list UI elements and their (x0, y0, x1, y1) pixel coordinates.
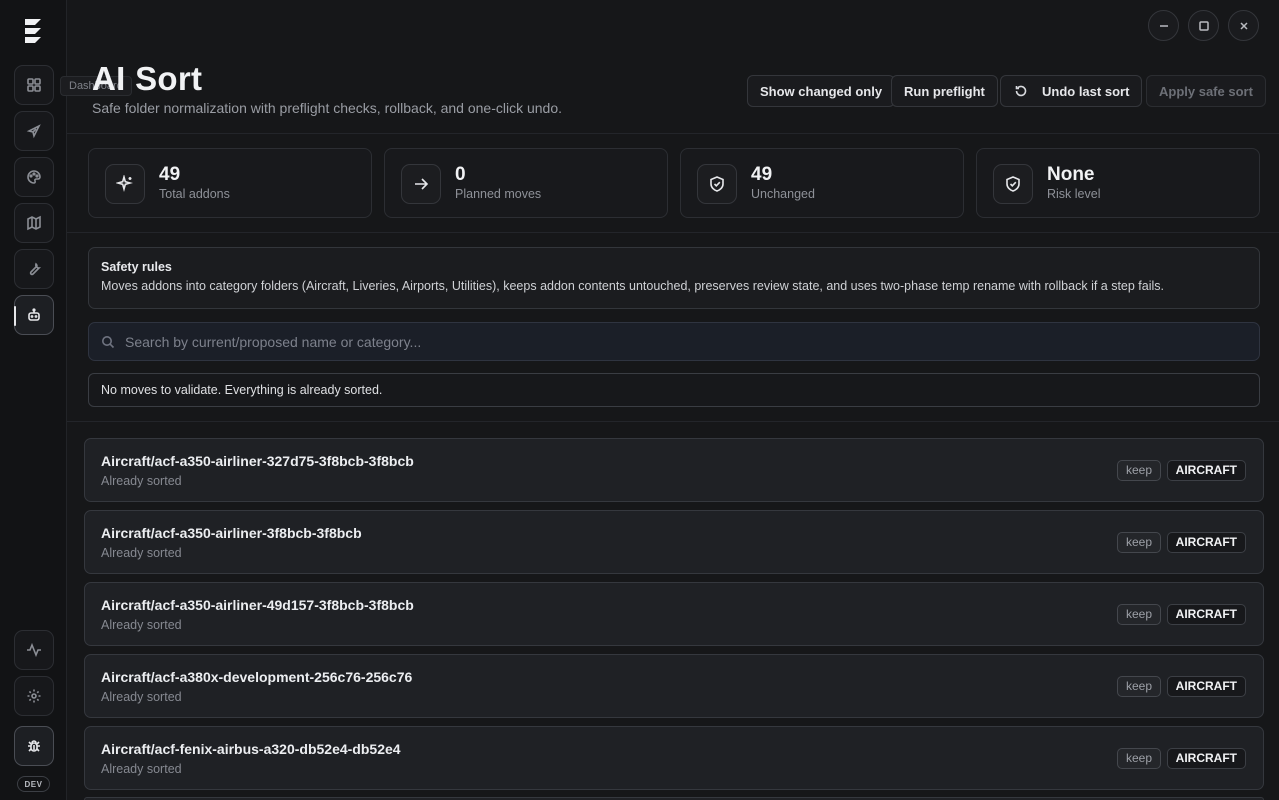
bug-icon (28, 740, 40, 752)
action-badge: keep (1116, 532, 1161, 553)
search-input[interactable] (125, 333, 1259, 350)
validation-message: No moves to validate. Everything is alre… (88, 373, 1260, 407)
search-icon (102, 335, 115, 348)
dev-badge: DEV (17, 776, 50, 792)
page-subtitle: Safe folder normalization with preflight… (92, 100, 563, 116)
sidebar-item-ai-sort[interactable] (14, 295, 54, 335)
arrow-right-icon (401, 164, 441, 204)
sidebar-item-settings[interactable] (14, 676, 54, 716)
stat-value: 0 (455, 164, 466, 185)
row-path: Aircraft/acf-a380x-development-256c76-25… (101, 669, 413, 685)
category-badge: AIRCRAFT (1166, 604, 1246, 625)
logo-icon (25, 19, 41, 43)
stat-unchanged: 49 Unchanged (680, 148, 964, 218)
category-badge: AIRCRAFT (1166, 676, 1246, 697)
category-badge: AIRCRAFT (1166, 460, 1246, 481)
shield-check-icon (993, 164, 1033, 204)
shield-check-icon (697, 164, 737, 204)
map-icon (27, 215, 41, 231)
row-path: Aircraft/acf-a350-airliner-3f8bcb-3f8bcb (101, 525, 362, 541)
row-path: Aircraft/acf-a350-airliner-327d75-3f8bcb… (101, 453, 414, 469)
stat-planned-moves: 0 Planned moves (384, 148, 668, 218)
stat-total-addons: 49 Total addons (88, 148, 372, 218)
maximize-button[interactable] (1188, 10, 1219, 41)
sidebar-item-debug[interactable] (14, 726, 54, 766)
sidebar-item-map[interactable] (14, 203, 54, 243)
category-badge: AIRCRAFT (1166, 748, 1246, 769)
stats-divider (67, 232, 1279, 233)
row-status: Already sorted (101, 762, 182, 776)
row-status: Already sorted (101, 690, 182, 704)
sidebar-item-dashboard[interactable] (14, 65, 54, 105)
action-badge: keep (1116, 604, 1161, 625)
maximize-icon (1198, 20, 1209, 31)
minimize-icon (1159, 24, 1168, 27)
apply-safe-sort-button[interactable]: Apply safe sort (1146, 75, 1266, 107)
show-changed-only-label: Show changed only (760, 83, 883, 99)
apply-safe-sort-label: Apply safe sort (1159, 83, 1253, 99)
category-badge: AIRCRAFT (1166, 532, 1246, 553)
list-item[interactable]: Aircraft/acf-fenix-airbus-a320-db52e4-db… (84, 726, 1264, 790)
list-item[interactable]: Aircraft/acf-a380x-development-256c76-25… (84, 654, 1264, 718)
bot-icon (28, 308, 40, 321)
stat-value: None (1047, 164, 1095, 185)
stat-risk-level: None Risk level (976, 148, 1260, 218)
sidebar: DEV (0, 0, 67, 800)
activity-icon (27, 642, 41, 658)
run-preflight-label: Run preflight (904, 83, 985, 99)
row-status: Already sorted (101, 546, 182, 560)
action-badge: keep (1116, 460, 1161, 481)
active-indicator (14, 306, 16, 326)
row-path: Aircraft/acf-a350-airliner-49d157-3f8bcb… (101, 597, 414, 613)
list-divider (67, 421, 1279, 422)
dashboard-icon (27, 78, 41, 92)
wrench-icon (29, 262, 42, 276)
action-badge: keep (1116, 676, 1161, 697)
stat-label: Total addons (159, 187, 230, 201)
header-divider (67, 133, 1279, 134)
show-changed-only-button[interactable]: Show changed only (747, 75, 896, 107)
search-bar[interactable] (88, 322, 1260, 361)
palette-icon (27, 170, 41, 184)
row-status: Already sorted (101, 618, 182, 632)
undo-last-sort-label: Undo last sort (1042, 83, 1130, 99)
sidebar-item-tools[interactable] (14, 249, 54, 289)
stat-label: Unchanged (751, 187, 815, 201)
sparkles-icon (105, 164, 145, 204)
safety-rules-panel: Safety rules Moves addons into category … (88, 247, 1260, 309)
list-item[interactable]: Aircraft/acf-a350-airliner-3f8bcb-3f8bcb… (84, 510, 1264, 574)
stat-label: Risk level (1047, 187, 1101, 201)
stat-value: 49 (159, 164, 181, 185)
run-preflight-button[interactable]: Run preflight (891, 75, 998, 107)
app-logo[interactable] (13, 11, 53, 51)
row-path: Aircraft/acf-fenix-airbus-a320-db52e4-db… (101, 741, 401, 757)
sidebar-item-activity[interactable] (14, 630, 54, 670)
list-item[interactable]: Aircraft/acf-a350-airliner-49d157-3f8bcb… (84, 582, 1264, 646)
close-button[interactable] (1228, 10, 1259, 41)
action-badge: keep (1116, 748, 1161, 769)
stat-label: Planned moves (455, 187, 542, 201)
sidebar-item-aircraft[interactable] (14, 111, 54, 151)
safety-rules-title: Safety rules (101, 260, 172, 274)
close-icon (1239, 21, 1248, 30)
safety-rules-text: Moves addons into category folders (Airc… (101, 279, 1165, 293)
gear-icon (27, 689, 41, 703)
list-item[interactable]: Aircraft/acf-a350-airliner-327d75-3f8bcb… (84, 438, 1264, 502)
stat-value: 49 (751, 164, 773, 185)
undo-icon (1015, 85, 1027, 97)
sidebar-item-liveries[interactable] (14, 157, 54, 197)
undo-last-sort-button[interactable]: Undo last sort (1000, 75, 1143, 107)
plane-icon (26, 124, 41, 139)
app-window: DEV Dashboard AI Sort Safe folder normal… (0, 0, 1279, 800)
page-title: AI Sort (92, 60, 203, 97)
row-status: Already sorted (101, 474, 182, 488)
minimize-button[interactable] (1148, 10, 1179, 41)
